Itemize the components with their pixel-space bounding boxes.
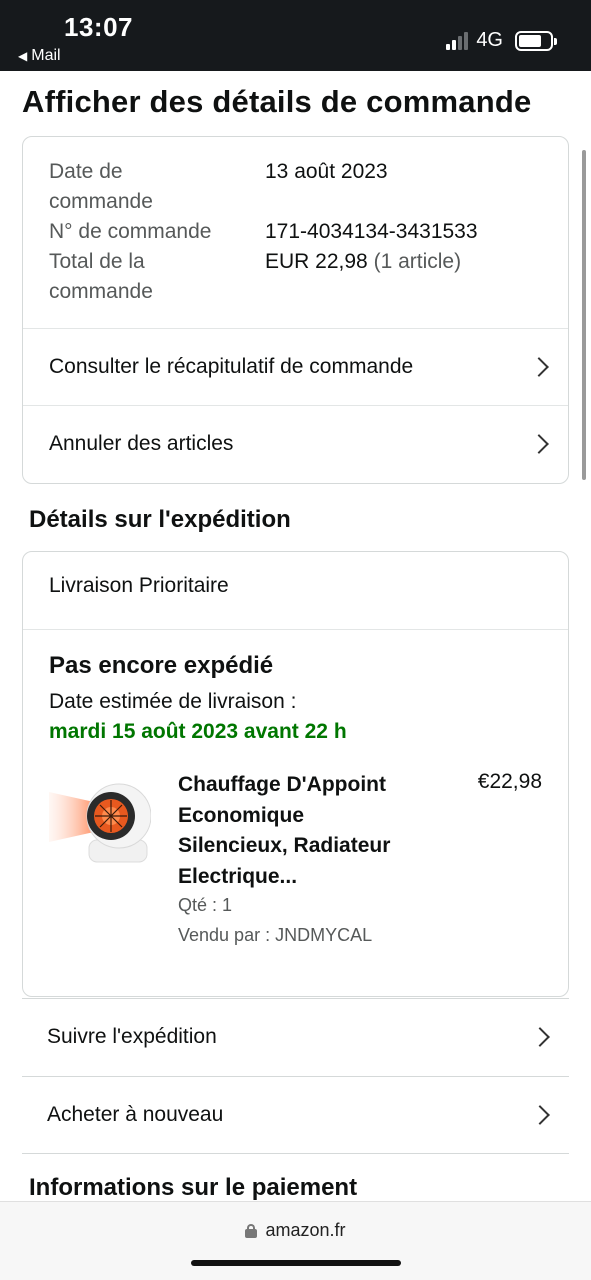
browser-url-bar[interactable]: amazon.fr xyxy=(0,1201,591,1280)
product-title-link[interactable]: Chauffage D'Appoint Economique Silencieu… xyxy=(178,770,428,892)
status-bar: 13:07 ◀ Mail 4G xyxy=(0,0,591,71)
order-summary-link-label: Consulter le récapitulatif de commande xyxy=(49,354,414,378)
track-shipment-link[interactable]: Suivre l'expédition xyxy=(22,998,569,1075)
order-summary-card: Date de commande 13 août 2023 N° de comma… xyxy=(22,136,569,484)
track-shipment-label: Suivre l'expédition xyxy=(47,1024,217,1048)
order-date-value: 13 août 2023 xyxy=(265,160,388,183)
product-quantity: Qté : 1 xyxy=(178,895,233,915)
order-total-value: EUR 22,98 (1 article) xyxy=(265,250,462,273)
shipment-card: Livraison Prioritaire Pas encore expédié… xyxy=(22,551,569,997)
order-summary-link[interactable]: Consulter le récapitulatif de commande xyxy=(23,328,568,405)
back-label: Mail xyxy=(31,47,61,64)
buy-again-link[interactable]: Acheter à nouveau xyxy=(22,1076,569,1153)
signal-icon xyxy=(446,31,469,50)
page-title: Afficher des détails de commande xyxy=(22,84,532,119)
shipping-method: Livraison Prioritaire xyxy=(49,574,229,597)
cancel-items-link-label: Annuler des articles xyxy=(49,431,234,455)
back-to-mail-button[interactable]: ◀ Mail xyxy=(18,47,61,65)
order-number-label: N° de commande xyxy=(49,220,212,243)
battery-icon xyxy=(515,30,557,51)
clock: 13:07 xyxy=(64,12,133,42)
estimated-delivery-label: Date estimée de livraison : xyxy=(49,690,297,713)
network-type: 4G xyxy=(476,29,503,51)
order-date-label: Date de commande xyxy=(49,160,153,213)
home-indicator[interactable] xyxy=(191,1260,401,1266)
back-triangle-icon: ◀ xyxy=(18,49,28,63)
product-seller: Vendu par : JNDMYCAL xyxy=(178,925,373,945)
lock-icon xyxy=(245,1223,258,1238)
url-text: amazon.fr xyxy=(265,1220,346,1240)
shipping-section-title: Détails sur l'expédition xyxy=(29,506,291,533)
buy-again-label: Acheter à nouveau xyxy=(47,1102,224,1126)
order-number-value: 171-4034134-3431533 xyxy=(265,220,478,243)
order-total-label: Total de la commande xyxy=(49,250,153,303)
status-indicators: 4G xyxy=(446,29,557,52)
estimated-delivery-date: mardi 15 août 2023 avant 22 h xyxy=(49,720,347,743)
chevron-right-icon xyxy=(529,356,549,377)
product-price: €22,98 xyxy=(477,770,542,793)
scrollbar[interactable] xyxy=(582,150,586,480)
chevron-right-icon xyxy=(530,1026,550,1047)
payment-section-title: Informations sur le paiement xyxy=(29,1174,358,1201)
product-image[interactable] xyxy=(49,772,151,872)
chevron-right-icon xyxy=(530,1104,550,1125)
cancel-items-link[interactable]: Annuler des articles xyxy=(23,405,568,482)
chevron-right-icon xyxy=(529,433,549,454)
shipment-status: Pas encore expédié xyxy=(49,652,274,679)
